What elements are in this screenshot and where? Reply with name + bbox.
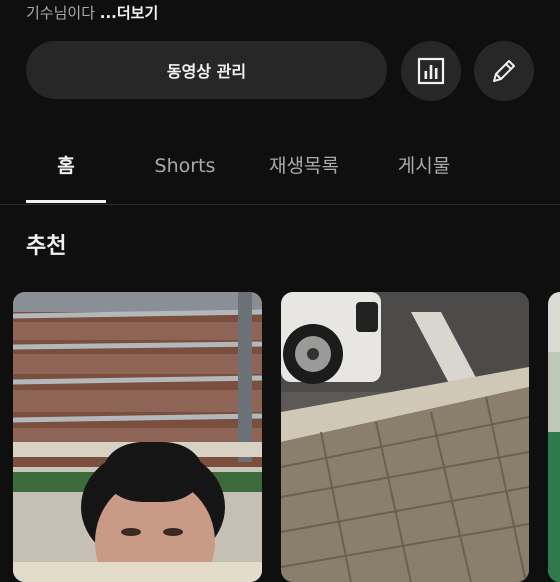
video-thumbnail[interactable] xyxy=(548,292,560,582)
tab-home[interactable]: 홈 xyxy=(26,130,106,204)
tab-playlists[interactable]: 재생목록 xyxy=(258,130,350,204)
analytics-button[interactable] xyxy=(401,41,461,101)
manage-videos-label: 동영상 관리 xyxy=(166,62,247,81)
description-snippet: 기수님이다 xyxy=(26,4,100,22)
channel-description: 기수님이다 ...더보기 xyxy=(26,2,158,23)
thumbnail-image xyxy=(281,292,529,582)
more-link[interactable]: ...더보기 xyxy=(100,4,159,22)
pencil-icon xyxy=(493,60,515,82)
manage-videos-button[interactable]: 동영상 관리 xyxy=(26,41,387,99)
video-thumbnail[interactable] xyxy=(281,292,529,582)
section-title: 추천 xyxy=(26,234,67,259)
edit-button[interactable] xyxy=(474,41,534,101)
thumbnail-image xyxy=(548,292,560,582)
active-tab-indicator xyxy=(26,200,106,203)
channel-tabs: 홈 Shorts 재생목록 게시물 xyxy=(0,130,560,204)
thumbnail-image xyxy=(13,292,262,582)
video-thumbnail[interactable] xyxy=(13,292,262,582)
tab-divider xyxy=(0,204,560,205)
tab-posts[interactable]: 게시물 xyxy=(384,130,464,204)
bar-chart-icon xyxy=(417,57,445,85)
tab-shorts[interactable]: Shorts xyxy=(140,130,230,204)
